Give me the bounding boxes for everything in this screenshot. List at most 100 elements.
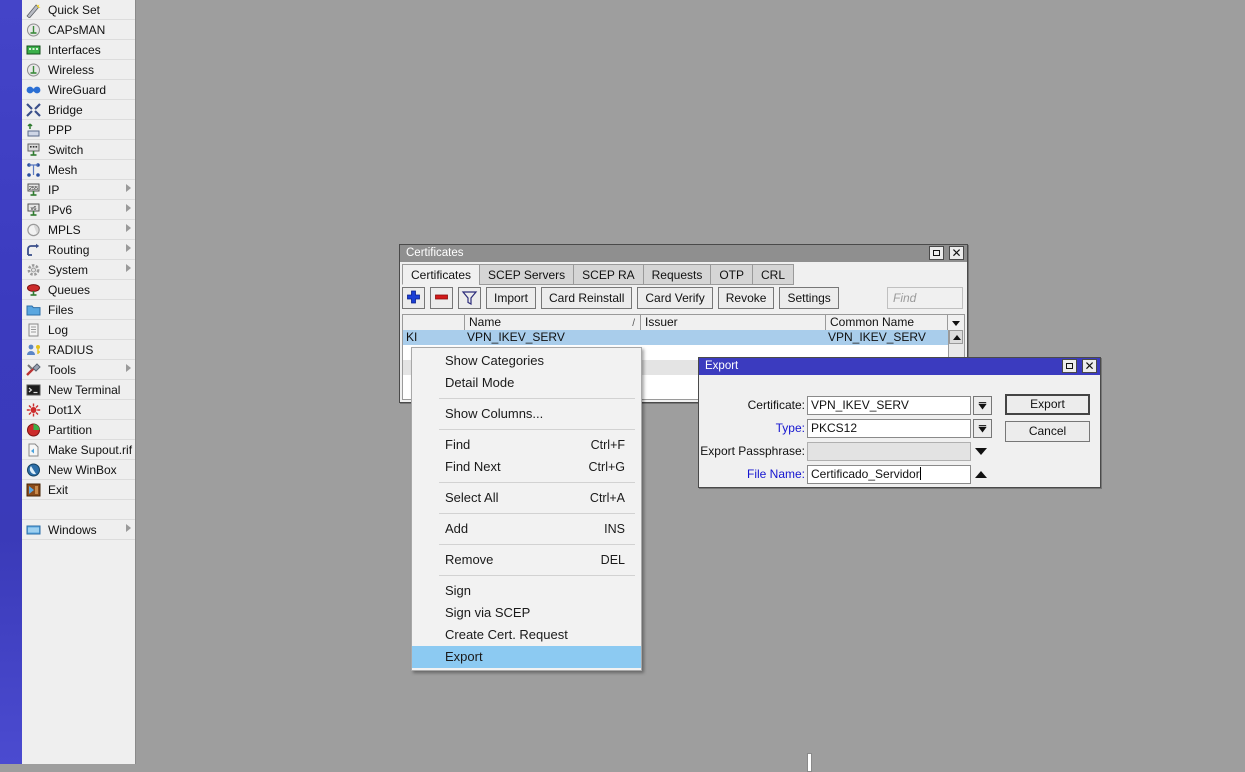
certificates-tab-bar[interactable]: Certificates SCEP Servers SCEP RA Requests O… [402,264,795,286]
menu-item-show-columns[interactable]: Show Columns... [412,403,641,425]
sidebar-item-wireguard[interactable]: WireGuard [22,80,135,100]
remove-button[interactable] [430,287,453,309]
tab-otp[interactable]: OTP [710,264,754,285]
context-menu[interactable]: Show Categories Detail Mode Show Columns..… [411,347,642,671]
sidebar-item-dot1x[interactable]: Dot1X [22,400,135,420]
type-dropdown-button[interactable] [973,419,992,438]
sidebar-item-log[interactable]: Log [22,320,135,340]
sidebar-item-radius[interactable]: RADIUS [22,340,135,360]
tab-scep-servers[interactable]: SCEP Servers [479,264,575,285]
sidebar-item-mpls[interactable]: MPLS [22,220,135,240]
type-value: PKCS12 [811,421,858,435]
column-header-issuer[interactable]: Issuer [641,315,826,330]
sidebar-item-mesh[interactable]: Mesh [22,160,135,180]
tab-scep-ra[interactable]: SCEP RA [573,264,644,285]
tab-certificates[interactable]: Certificates [402,264,481,285]
sidebar-item-label: Tools [48,363,77,377]
filename-collapse-up-icon[interactable] [975,471,987,478]
card-reinstall-button[interactable]: Card Reinstall [541,287,633,309]
find-input[interactable]: Find [887,287,963,309]
type-input[interactable]: PKCS12 [807,419,971,438]
column-header-common-name[interactable]: Common Name [826,315,948,330]
tab-crl[interactable]: CRL [752,264,795,285]
sidebar-menu-list[interactable]: Quick Set CAPsMAN Interfaces Wireless WireGu… [22,0,135,764]
gear-icon [25,262,42,278]
sidebar-item-label: Log [48,323,69,337]
add-button[interactable] [402,287,425,309]
sidebar-item-switch[interactable]: Switch [22,140,135,160]
sidebar-item-make-supout-rif[interactable]: Make Supout.rif [22,440,135,460]
sidebar-item-label: RADIUS [48,343,94,357]
sidebar-item-capsman[interactable]: CAPsMAN [22,20,135,40]
ipv6-icon: v6 [25,202,42,218]
dot1x-icon [25,402,42,418]
sidebar-item-label: Wireless [48,63,95,77]
sidebar-item-windows[interactable]: Windows [22,520,135,540]
menu-item-sign[interactable]: Sign [412,580,641,602]
sidebar-item-wireless[interactable]: Wireless [22,60,135,80]
cancel-button[interactable]: Cancel [1005,421,1090,442]
scroll-up-icon[interactable] [949,330,963,344]
chevron-down-icon [978,402,987,410]
menu-item-sign-via-scep[interactable]: Sign via SCEP [412,602,641,624]
certificate-input[interactable]: VPN_IKEV_SERV [807,396,971,415]
export-button[interactable]: Export [1005,394,1090,415]
sidebar-item-tools[interactable]: Tools [22,360,135,380]
menu-separator [418,429,635,430]
certificates-column-headers[interactable]: Name / Issuer Common Name [402,314,965,331]
export-passphrase-input[interactable] [807,442,971,461]
maximize-button[interactable] [1061,359,1077,373]
antenna-icon [25,22,42,38]
sidebar-item-system[interactable]: System [22,260,135,280]
menu-item-label: Sign via SCEP [445,605,531,620]
sidebar-item-routing[interactable]: Routing [22,240,135,260]
sidebar-item-ipv6[interactable]: v6 IPv6 [22,200,135,220]
sidebar-item-ip[interactable]: 255 IP [22,180,135,200]
menu-item-add[interactable]: Add INS [412,518,641,540]
sidebar-item-partition[interactable]: Partition [22,420,135,440]
revoke-button[interactable]: Revoke [717,287,775,309]
menu-item-shortcut: INS [604,522,625,536]
column-chooser-dropdown[interactable] [947,315,964,330]
card-verify-button[interactable]: Card Verify [637,287,713,309]
row-common-name: VPN_IKEV_SERV [828,330,926,344]
menu-item-detail-mode[interactable]: Detail Mode [412,372,641,394]
sidebar-item-label: Partition [48,423,93,437]
sidebar-item-bridge[interactable]: Bridge [22,100,135,120]
certificates-toolbar[interactable]: Import Card Reinstall Card Verify Revoke… [402,287,965,311]
winbox-sidebar: Quick Set CAPsMAN Interfaces Wireless WireGu… [0,0,136,764]
sidebar-item-quick-set[interactable]: Quick Set [22,0,135,20]
sidebar-item-new-winbox[interactable]: New WinBox [22,460,135,480]
menu-item-find[interactable]: Find Ctrl+F [412,434,641,456]
maximize-button[interactable] [928,246,944,260]
table-row[interactable]: KI VPN_IKEV_SERV VPN_IKEV_SERV [403,330,964,345]
filter-button[interactable] [458,287,481,309]
column-header-flags[interactable] [403,315,465,330]
close-icon[interactable]: ✕ [949,246,964,260]
export-dialog[interactable]: Export ✕ Certificate: VPN_IKEV_SERV Type… [698,357,1101,772]
exit-icon [25,482,42,498]
ppp-icon [25,122,42,138]
settings-button[interactable]: Settings [779,287,839,309]
menu-item-show-categories[interactable]: Show Categories [412,350,641,372]
tools-icon [25,362,42,378]
sidebar-item-exit[interactable]: Exit [22,480,135,500]
file-name-input[interactable]: Certificado_Servidor [807,465,971,484]
menu-item-select-all[interactable]: Select All Ctrl+A [412,487,641,509]
menu-item-export[interactable]: Export [412,646,641,668]
import-button[interactable]: Import [486,287,537,309]
sidebar-item-interfaces[interactable]: Interfaces [22,40,135,60]
passphrase-expand-down-icon[interactable] [975,448,987,455]
menu-item-create-cert-request[interactable]: Create Cert. Request [412,624,641,646]
certificate-dropdown-button[interactable] [973,396,992,415]
sidebar-item-ppp[interactable]: PPP [22,120,135,140]
column-header-name[interactable]: Name / [465,315,641,330]
sidebar-item-queues[interactable]: Queues [22,280,135,300]
folder-icon [25,302,42,318]
menu-item-find-next[interactable]: Find Next Ctrl+G [412,456,641,478]
close-icon[interactable]: ✕ [1082,359,1097,373]
menu-item-remove[interactable]: Remove DEL [412,549,641,571]
sidebar-item-files[interactable]: Files [22,300,135,320]
sidebar-item-new-terminal[interactable]: New Terminal [22,380,135,400]
tab-requests[interactable]: Requests [642,264,712,285]
